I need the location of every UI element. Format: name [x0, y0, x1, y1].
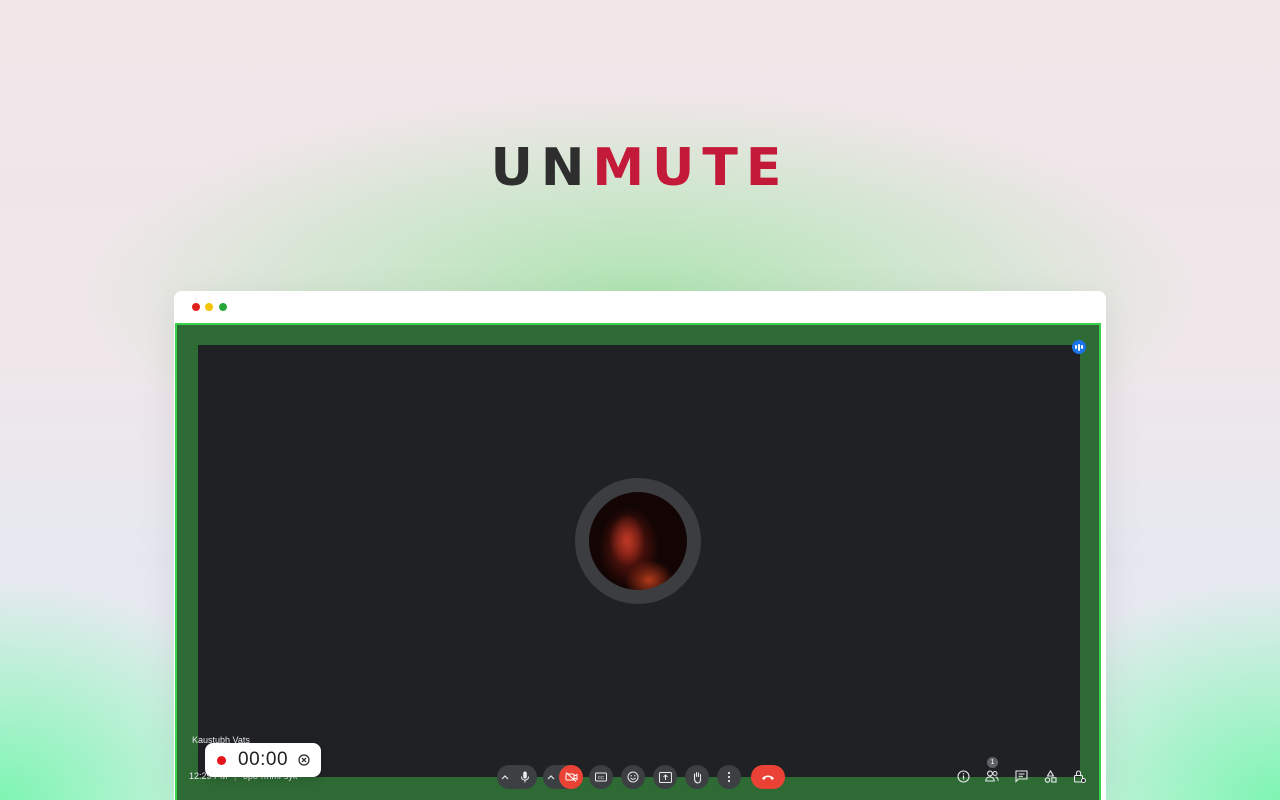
window-titlebar: [174, 291, 1106, 323]
speaking-indicator-icon: [1072, 340, 1086, 354]
participant-avatar: [589, 492, 687, 590]
end-call-button[interactable]: [751, 765, 785, 789]
meeting-tools: 1: [954, 757, 1099, 786]
video-control-group: [543, 765, 583, 789]
chevron-up-icon[interactable]: [543, 765, 559, 789]
raise-hand-icon[interactable]: [685, 765, 709, 789]
avatar-ring: [575, 478, 701, 604]
present-screen-icon[interactable]: [653, 765, 677, 789]
more-options-icon[interactable]: [717, 765, 741, 789]
info-icon[interactable]: [954, 767, 972, 785]
participants-count-badge: 1: [987, 757, 998, 768]
maximize-window-button[interactable]: [219, 303, 227, 311]
unmute-logo: UNMUTE: [0, 138, 1280, 198]
stop-recording-button[interactable]: [298, 754, 310, 766]
host-controls-icon[interactable]: [1070, 767, 1088, 785]
close-icon: [298, 754, 310, 766]
people-icon[interactable]: 1: [983, 757, 1001, 785]
end-call-icon: [762, 775, 774, 780]
close-window-button[interactable]: [192, 303, 200, 311]
chat-icon[interactable]: [1012, 767, 1030, 785]
minimize-window-button[interactable]: [205, 303, 213, 311]
activities-icon[interactable]: [1041, 767, 1059, 785]
svg-text:CC: CC: [598, 775, 605, 780]
captions-icon[interactable]: CC: [589, 765, 613, 789]
microphone-icon[interactable]: [513, 765, 537, 789]
logo-part-mute: MUTE: [592, 138, 790, 198]
recording-timer: 00:00: [238, 749, 289, 770]
logo-part-un: UN: [490, 138, 593, 198]
browser-window: Kaustubh Vats 12:29 PM | opo-rmmi-syk: [174, 291, 1106, 800]
meeting-view: Kaustubh Vats 12:29 PM | opo-rmmi-syk: [175, 323, 1101, 800]
recording-indicator-icon: [217, 755, 226, 765]
audio-control-group: [497, 765, 537, 789]
call-controls-bar: CC: [497, 763, 785, 791]
camera-off-icon[interactable]: [559, 765, 583, 789]
participant-tile: [198, 345, 1080, 777]
recording-widget: 00:00: [205, 743, 321, 777]
chevron-up-icon[interactable]: [497, 765, 513, 789]
emoji-icon[interactable]: [621, 765, 645, 789]
